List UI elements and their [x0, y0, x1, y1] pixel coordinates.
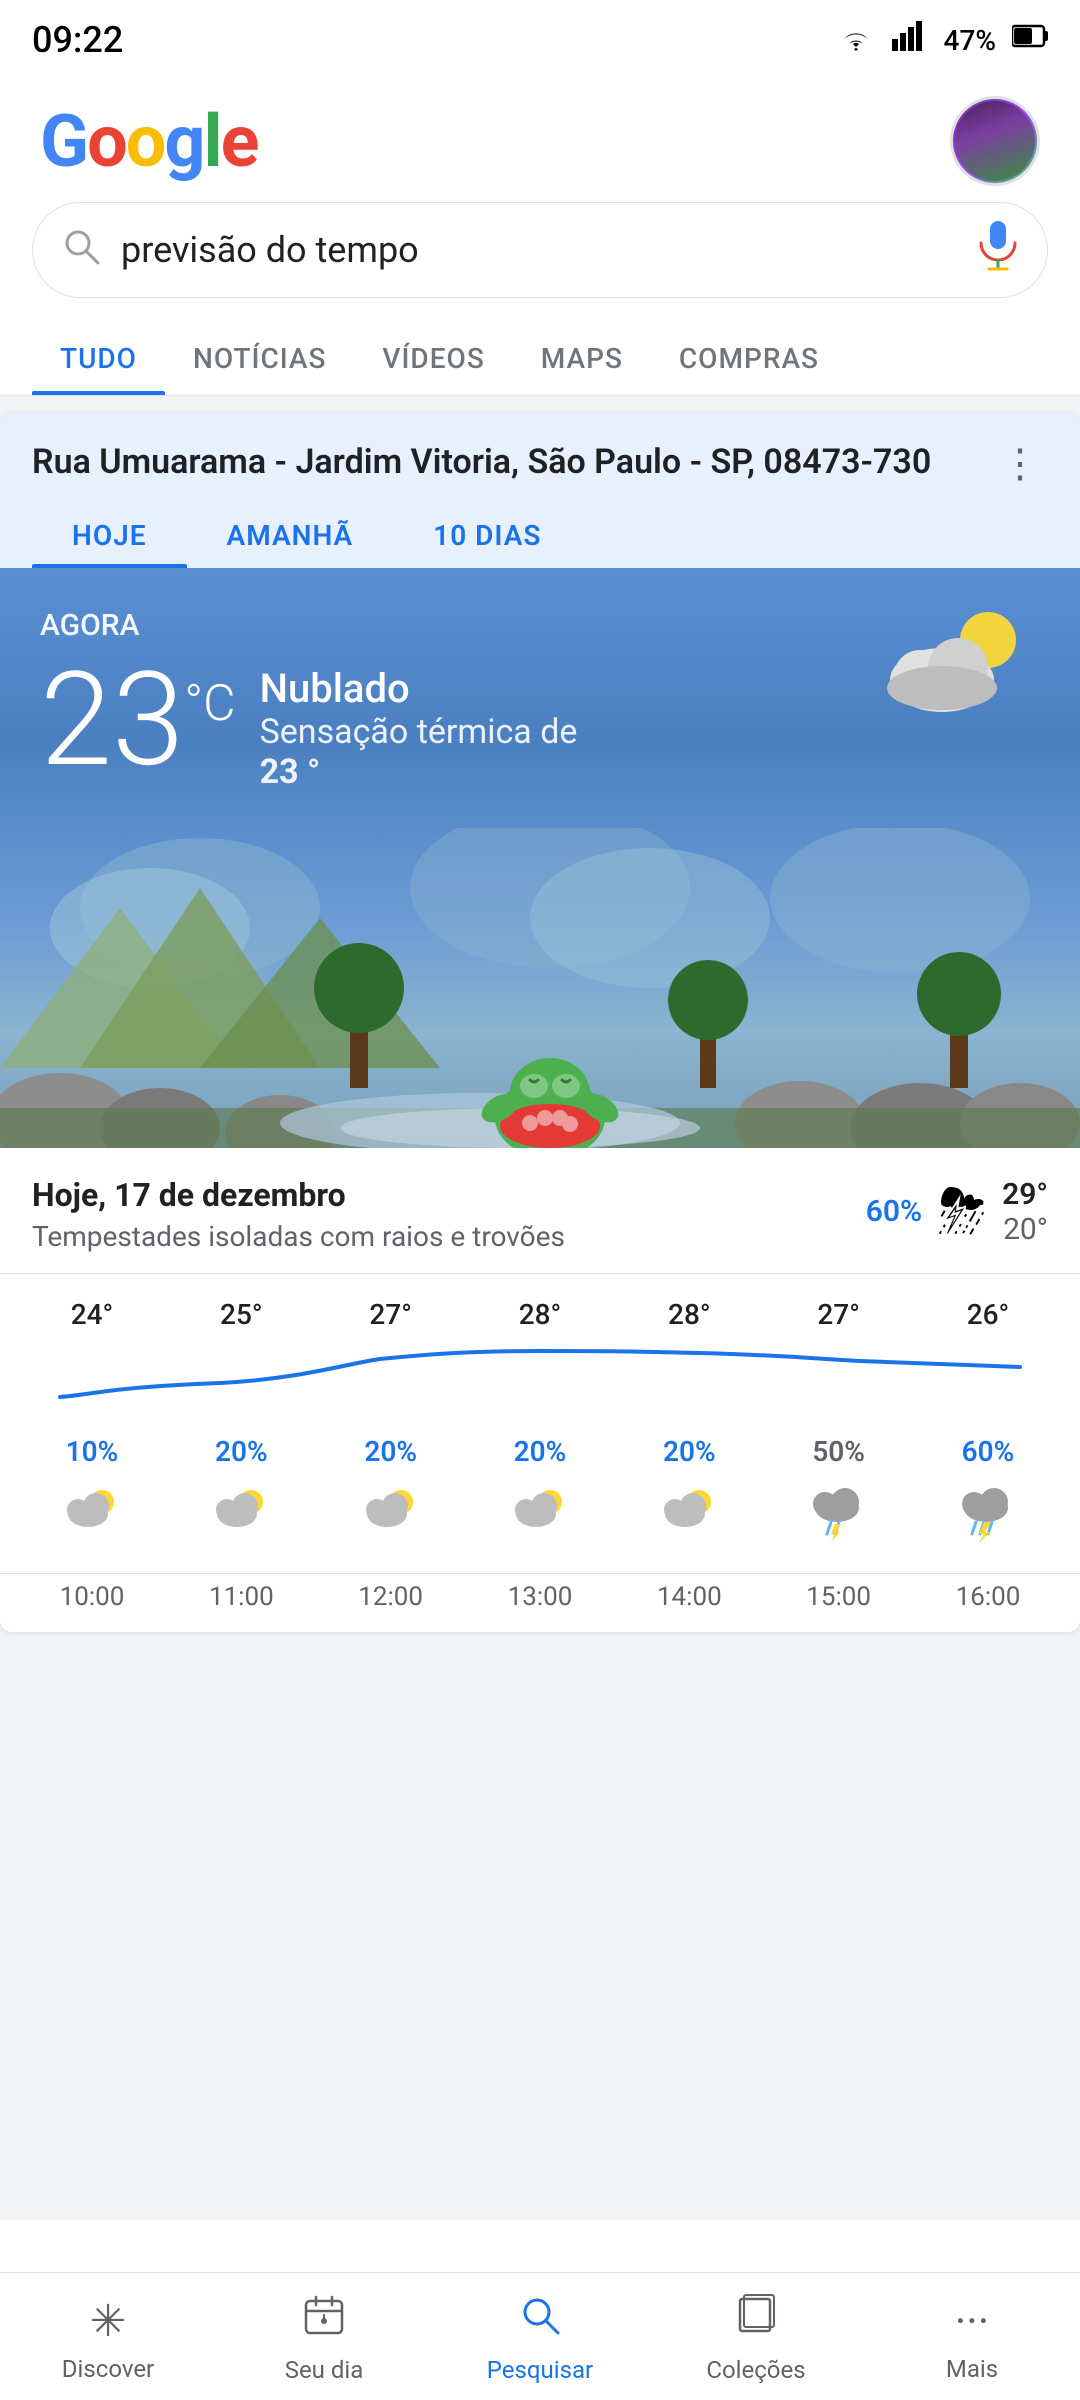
tabs-bar: TUDO NOTÍCIAS VÍDEOS MAPS COMPRAS — [0, 322, 1080, 396]
more-options-icon[interactable]: ⋮ — [992, 440, 1048, 487]
precip-0: 10% — [32, 1435, 152, 1468]
battery-icon: 47% — [944, 24, 996, 57]
colecoes-icon — [734, 2293, 778, 2348]
weather-main-display: AGORA 23 °C Nublado Sensação térmica de … — [0, 568, 1080, 1148]
avatar[interactable] — [950, 96, 1040, 186]
weather-feels-like: Sensação térmica de 23 ° — [260, 712, 578, 792]
precip-chance: 60% — [866, 1194, 922, 1229]
hourly-icons-row — [0, 1476, 1080, 1573]
nav-pesquisar[interactable]: Pesquisar — [460, 2293, 620, 2384]
time-1: 11:00 — [181, 1582, 301, 1612]
time-0: 10:00 — [32, 1582, 152, 1612]
nav-mais-label: Mais — [946, 2355, 998, 2383]
nav-seu-dia[interactable]: Seu dia — [244, 2293, 404, 2384]
time-3: 13:00 — [480, 1582, 600, 1612]
hourly-icon-1 — [181, 1484, 301, 1557]
weather-tabs: HOJE AMANHÃ 10 DIAS — [0, 503, 1080, 568]
hourly-icon-5 — [779, 1484, 899, 1557]
status-time: 09:22 — [32, 19, 123, 61]
temp-label-5: 27° — [779, 1298, 899, 1331]
tab-noticias[interactable]: NOTÍCIAS — [165, 322, 354, 395]
hourly-icon-2 — [331, 1484, 451, 1557]
search-query: previsão do tempo — [121, 229, 957, 271]
signal-icon — [892, 21, 928, 59]
time-4: 14:00 — [629, 1582, 749, 1612]
nav-colecoes-label: Coleções — [706, 2356, 805, 2384]
discover-icon: ✳ — [90, 2295, 127, 2347]
nav-discover[interactable]: ✳ Discover — [28, 2295, 188, 2383]
precip-5: 50% — [779, 1435, 899, 1468]
seu-dia-icon — [302, 2293, 346, 2348]
time-6: 16:00 — [928, 1582, 1048, 1612]
hourly-icon-3 — [480, 1484, 600, 1557]
hourly-icon-0 — [32, 1484, 152, 1557]
weather-location: Rua Umuarama - Jardim Vitoria, São Paulo… — [32, 440, 931, 484]
search-icon — [61, 226, 101, 275]
nav-seu-dia-label: Seu dia — [285, 2356, 364, 2384]
weather-unit: °C — [184, 675, 235, 733]
temp-labels-row: 24° 25° 27° 28° 28° 27° 26° — [0, 1298, 1080, 1331]
today-date: Hoje, 17 de dezembro — [32, 1176, 565, 1214]
weather-temperature: 23 — [40, 655, 184, 785]
status-icons: 47% — [836, 21, 1048, 59]
weather-condition: Nublado — [260, 665, 578, 712]
nav-mais[interactable]: ··· Mais — [892, 2295, 1052, 2383]
battery-symbol — [1012, 22, 1048, 58]
weather-cloud-icon — [870, 608, 1030, 722]
precip-3: 20% — [480, 1435, 600, 1468]
time-row: 10:00 11:00 12:00 13:00 14:00 15:00 16:0… — [0, 1573, 1080, 1632]
tab-tudo[interactable]: TUDO — [32, 322, 165, 395]
tab-maps[interactable]: MAPS — [513, 322, 651, 395]
weather-today-info: Hoje, 17 de dezembro Tempestades isolada… — [0, 1148, 1080, 1274]
today-header-row: Hoje, 17 de dezembro Tempestades isolada… — [32, 1176, 1048, 1253]
hourly-icon-4 — [629, 1484, 749, 1557]
google-logo: Google — [40, 99, 257, 184]
precip-6: 60% — [928, 1435, 1048, 1468]
bottom-nav: ✳ Discover Seu dia Pesquisar Coleções ··… — [0, 2272, 1080, 2400]
weather-tab-hoje[interactable]: HOJE — [32, 503, 187, 568]
today-left: Hoje, 17 de dezembro Tempestades isolada… — [32, 1176, 565, 1253]
weather-tab-amanha[interactable]: AMANHÃ — [187, 503, 394, 568]
hourly-icon-6 — [928, 1484, 1048, 1557]
temp-range: 29° 20° — [1002, 1177, 1048, 1247]
pesquisar-icon — [518, 2293, 562, 2348]
temp-curve-area — [0, 1335, 1080, 1419]
precip-4: 20% — [629, 1435, 749, 1468]
temp-label-3: 28° — [480, 1298, 600, 1331]
temp-label-0: 24° — [32, 1298, 152, 1331]
mic-icon[interactable] — [977, 219, 1019, 281]
storm-icon: ⛈ — [938, 1176, 986, 1247]
temp-label-6: 26° — [928, 1298, 1048, 1331]
today-description: Tempestades isoladas com raios e trovões — [32, 1220, 565, 1253]
weather-description: Nublado Sensação térmica de 23 ° — [260, 665, 578, 792]
time-5: 15:00 — [779, 1582, 899, 1612]
mais-icon: ··· — [955, 2295, 989, 2347]
weather-landscape — [0, 828, 1080, 1148]
temp-label-2: 27° — [331, 1298, 451, 1331]
precip-1: 20% — [181, 1435, 301, 1468]
nav-colecoes[interactable]: Coleções — [676, 2293, 836, 2384]
temp-label-1: 25° — [181, 1298, 301, 1331]
precip-row: 10% 20% 20% 20% 20% 50% 60% — [0, 1419, 1080, 1476]
temp-label-4: 28° — [629, 1298, 749, 1331]
weather-tab-10dias[interactable]: 10 DIAS — [393, 503, 581, 568]
search-container: previsão do tempo — [0, 202, 1080, 322]
wifi-icon — [836, 21, 876, 59]
today-right: 60% ⛈ 29° 20° — [866, 1176, 1048, 1247]
weather-location-bar: Rua Umuarama - Jardim Vitoria, São Paulo… — [0, 412, 1080, 503]
status-bar: 09:22 47% — [0, 0, 1080, 72]
nav-discover-label: Discover — [62, 2355, 154, 2383]
precip-2: 20% — [331, 1435, 451, 1468]
weather-card: Rua Umuarama - Jardim Vitoria, São Paulo… — [0, 412, 1080, 1632]
tab-videos[interactable]: VÍDEOS — [354, 322, 512, 395]
tab-compras[interactable]: COMPRAS — [651, 322, 847, 395]
time-2: 12:00 — [331, 1582, 451, 1612]
nav-pesquisar-label: Pesquisar — [487, 2356, 593, 2384]
search-bar[interactable]: previsão do tempo — [32, 202, 1048, 298]
temp-curve-svg — [32, 1335, 1048, 1415]
hourly-section: 24° 25° 27° 28° 28° 27° 26° 10% 20% 20% … — [0, 1274, 1080, 1632]
google-header: Google — [0, 72, 1080, 202]
